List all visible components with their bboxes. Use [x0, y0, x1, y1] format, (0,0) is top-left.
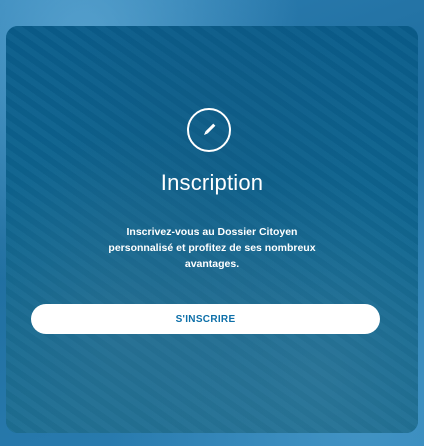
pencil-icon	[187, 108, 231, 152]
register-button[interactable]: S'INSCRIRE	[31, 304, 380, 334]
registration-card: Inscription Inscrivez-vous au Dossier Ci…	[6, 26, 418, 433]
card-title: Inscription	[160, 170, 264, 195]
card-description: Inscrivez-vous au Dossier Citoyen person…	[108, 226, 316, 270]
